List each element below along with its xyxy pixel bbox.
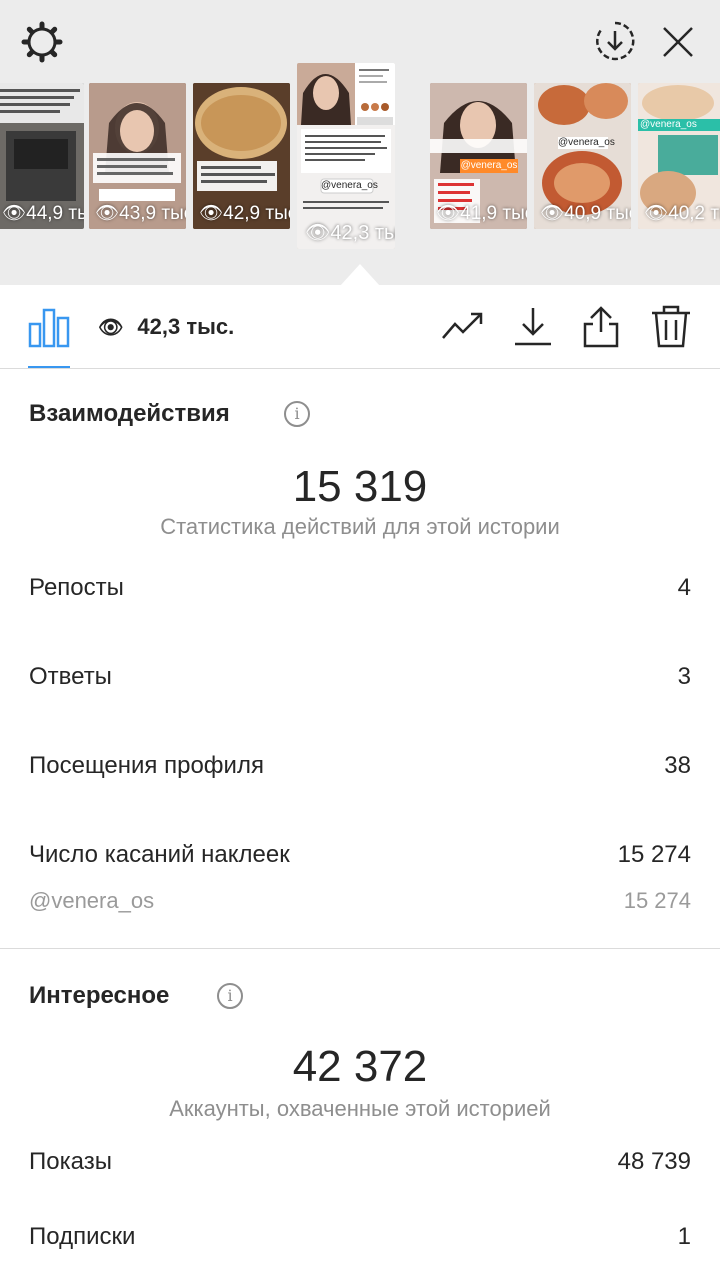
metric-value-follows: 1: [677, 1223, 691, 1250]
story-thumbnail[interactable]: 👁42,9 тыс.: [193, 83, 290, 229]
trash-icon[interactable]: [649, 304, 693, 348]
discovery-subtitle: Аккаунты, охваченные этой историей: [169, 1096, 551, 1121]
story-views: 👁43,9 тыс.: [95, 203, 186, 224]
discovery-total: 42 372: [292, 1042, 428, 1091]
metric-label-follows: Подписки: [29, 1223, 136, 1250]
info-icon[interactable]: i: [217, 983, 243, 1009]
info-icon[interactable]: i: [284, 401, 310, 427]
story-thumbnail[interactable]: 👁44,9 тыс.: [0, 83, 84, 229]
interactions-subtitle: Статистика действий для этой истории: [160, 514, 560, 539]
insights-toolbar: 👁 42,3 тыс.: [0, 286, 720, 369]
story-thumbnail[interactable]: 👁43,9 тыс.: [89, 83, 186, 229]
story-views: 👁40,9 тыс.: [540, 203, 631, 224]
story-views: 👁42,3 тыс.: [305, 222, 395, 244]
active-tab-indicator: [28, 366, 70, 368]
story-views: 👁42,9 тыс.: [199, 203, 290, 224]
sticker-mention: @venera_os: [321, 180, 378, 191]
trend-icon[interactable]: [441, 304, 485, 348]
sticker-mention-label: @venera_os: [29, 888, 155, 913]
download-icon[interactable]: [511, 304, 555, 348]
story-thumbnail[interactable]: @venera_os 👁40,9 тыс.: [534, 83, 631, 229]
sticker-mention: @venera_os: [558, 137, 615, 148]
section-divider: [0, 948, 720, 949]
eye-icon: 👁: [98, 316, 124, 339]
metric-value-replies: 3: [677, 663, 691, 690]
share-icon[interactable]: [579, 304, 623, 348]
metric-label-replies: Ответы: [29, 663, 112, 690]
story-thumbnail[interactable]: @venera_os 👁41,9 тыс.: [430, 83, 527, 229]
metric-value-profile-visits: 38: [664, 752, 691, 779]
interactions-title: Взаимодействия: [29, 400, 230, 427]
story-views: 👁40,2 тыс.: [644, 203, 720, 224]
download-circle-icon[interactable]: [594, 20, 636, 62]
bar-chart-icon[interactable]: [27, 304, 71, 348]
close-icon[interactable]: [660, 24, 696, 60]
story-views: 👁44,9 тыс.: [2, 203, 84, 224]
active-story-pointer: [340, 264, 380, 286]
sticker-mention: @venera_os: [460, 160, 518, 171]
metric-label-sticker-taps: Число касаний наклеек: [29, 841, 290, 868]
metric-value-sticker-taps: 15 274: [617, 841, 691, 868]
discovery-title: Интересное: [29, 982, 170, 1009]
metric-value-reposts: 4: [677, 574, 691, 601]
metric-label-profile-visits: Посещения профиля: [29, 752, 264, 779]
metric-value-impressions: 48 739: [617, 1148, 691, 1175]
metric-label-reposts: Репосты: [29, 574, 124, 601]
gear-icon[interactable]: [20, 20, 64, 64]
stories-header: 👁44,9 тыс. 👁43,9 тыс.: [0, 0, 720, 286]
views-total: 👁 42,3 тыс.: [98, 314, 234, 340]
story-views: 👁41,9 тыс.: [436, 203, 527, 224]
metric-label-impressions: Показы: [29, 1148, 112, 1175]
sticker-mention: @venera_os: [640, 119, 697, 130]
story-thumbnail-active[interactable]: @venera_os 👁42,3 тыс.: [297, 63, 395, 249]
story-thumbnail[interactable]: @venera_os 👁40,2 тыс.: [638, 83, 720, 229]
stories-strip: 👁44,9 тыс. 👁43,9 тыс.: [0, 63, 720, 253]
views-total-value: 42,3 тыс.: [137, 314, 235, 339]
sticker-mention-value: 15 274: [623, 888, 691, 913]
interactions-total: 15 319: [292, 462, 428, 511]
